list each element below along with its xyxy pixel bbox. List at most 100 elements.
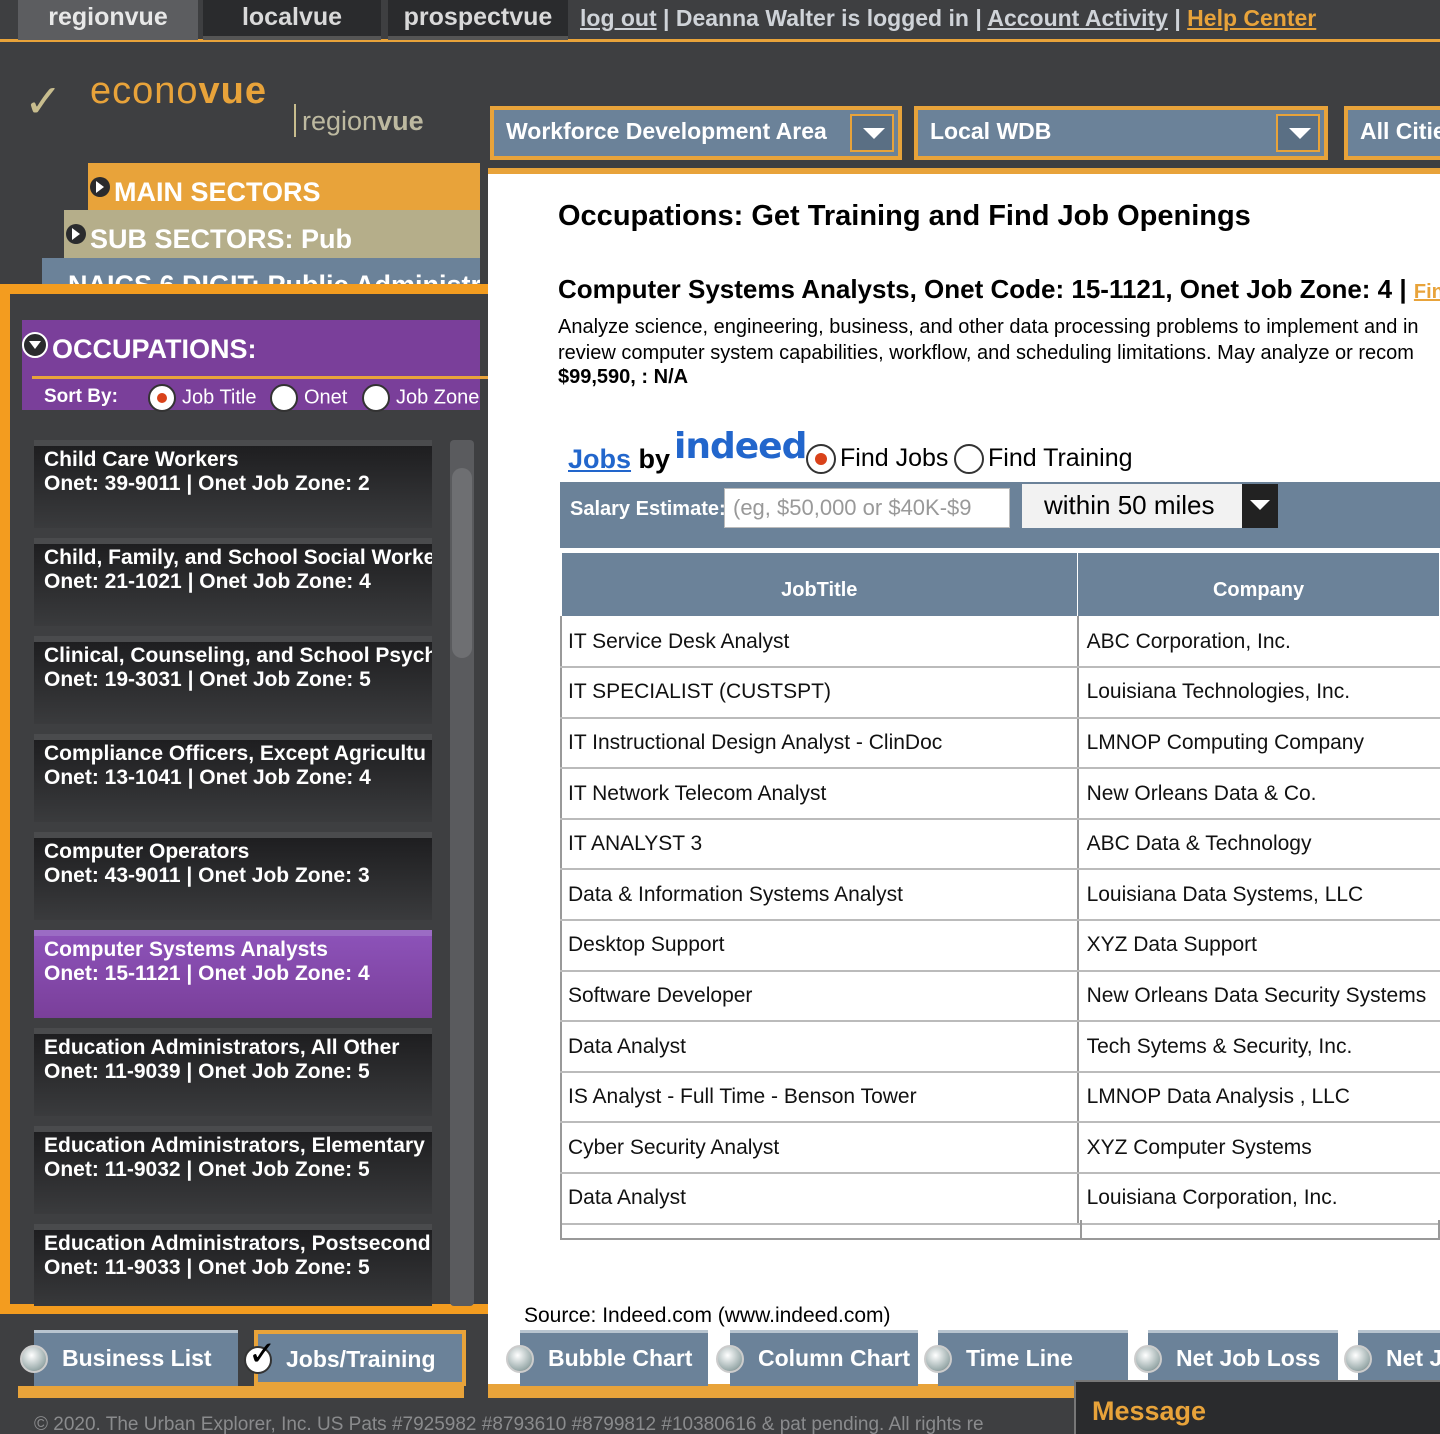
occupation-item[interactable]: Clinical, Counseling, and School Psych On… bbox=[34, 636, 432, 724]
logo: ✓ econovue regionvue bbox=[24, 70, 464, 140]
sort-job-zone-radio[interactable]: Job Zone bbox=[362, 384, 479, 412]
company-cell: New Orleans Data Security Systems bbox=[1076, 970, 1440, 1023]
occupation-item[interactable]: Child, Family, and School Social Worke On… bbox=[34, 538, 432, 626]
table-row[interactable]: IT Network Telecom Analyst New Orleans Da… bbox=[560, 768, 1440, 820]
job-title-cell[interactable]: IT Instructional Design Analyst - ClinDo… bbox=[560, 717, 1078, 770]
cities-value: All Citie bbox=[1360, 118, 1440, 144]
expand-arrow-icon bbox=[90, 177, 110, 197]
main-sectors-header[interactable]: MAIN SECTORS bbox=[88, 163, 480, 211]
sort-onet-radio[interactable]: Onet bbox=[270, 384, 347, 412]
account-activity-link[interactable]: Account Activity bbox=[987, 5, 1168, 31]
salary-input[interactable]: (eg, $50,000 or $40K-$9 bbox=[724, 488, 1010, 528]
occupation-description: Analyze science, engineering, business, … bbox=[558, 316, 1419, 364]
company-cell: Louisiana Data Systems, LLC bbox=[1076, 869, 1440, 922]
find-jobs-radio[interactable]: Find Jobs bbox=[806, 444, 948, 475]
chevron-down-icon[interactable] bbox=[850, 114, 894, 152]
column-chart-button[interactable]: Column Chart bbox=[716, 1330, 918, 1386]
table-row[interactable]: Data & Information Systems Analyst Louisi… bbox=[560, 869, 1440, 922]
column-header-company[interactable]: Company bbox=[1077, 552, 1440, 617]
main-content: Occupations: Get Training and Find Job O… bbox=[488, 168, 1440, 1398]
area-value: Local WDB bbox=[930, 118, 1052, 144]
econovue-logo-icon: ✓ bbox=[24, 74, 63, 128]
sub-sectors-label: SUB SECTORS: Pub bbox=[90, 224, 353, 254]
expand-arrow-icon bbox=[66, 224, 86, 244]
net-job-gain-button[interactable]: Net J bbox=[1344, 1330, 1440, 1386]
job-title-cell[interactable]: Data Analyst bbox=[560, 1173, 1078, 1225]
company-cell: Louisiana Corporation, Inc. bbox=[1076, 1173, 1440, 1225]
chevron-down-icon[interactable] bbox=[1276, 114, 1320, 152]
job-title-cell[interactable]: Cyber Security Analyst bbox=[560, 1122, 1078, 1175]
job-title-cell[interactable]: IT ANALYST 3 bbox=[560, 818, 1078, 871]
table-row[interactable]: IT ANALYST 3 ABC Data & Technology bbox=[560, 818, 1440, 871]
table-row[interactable]: IS Analyst - Full Time - Benson Tower LMN… bbox=[560, 1071, 1440, 1124]
company-cell: Tech Sytems & Security, Inc. bbox=[1076, 1021, 1440, 1073]
tab-localvue[interactable]: localvue bbox=[203, 0, 381, 40]
table-row[interactable]: Data Analyst Tech Sytems & Security, Inc. bbox=[560, 1021, 1440, 1073]
copyright: © 2020. The Urban Explorer, Inc. US Pats… bbox=[34, 1414, 984, 1434]
table-row[interactable]: Data Analyst Louisiana Corporation, Inc. bbox=[560, 1173, 1440, 1225]
occupation-item[interactable]: Education Administrators, All Other Onet:… bbox=[34, 1028, 432, 1116]
job-title-cell[interactable]: Desktop Support bbox=[560, 920, 1078, 972]
job-title-cell[interactable]: IT Service Desk Analyst bbox=[560, 616, 1078, 669]
table-footer bbox=[560, 1220, 1440, 1240]
occupation-item[interactable]: Compliance Officers, Except Agricultu One… bbox=[34, 734, 432, 822]
help-center-link[interactable]: Help Center bbox=[1187, 5, 1316, 31]
distance-value: within 50 miles bbox=[1044, 490, 1215, 520]
occupation-item[interactable]: Child Care Workers Onet: 39-9011 | Onet J… bbox=[34, 440, 432, 528]
occupation-item-selected[interactable]: Computer Systems Analysts Onet: 15-1121 |… bbox=[34, 930, 432, 1018]
table-row[interactable]: Cyber Security Analyst XYZ Computer Syste… bbox=[560, 1122, 1440, 1175]
occupation-item[interactable]: Education Administrators, Postsecond Onet… bbox=[34, 1224, 432, 1306]
radio-icon bbox=[1134, 1345, 1162, 1373]
occupation-item[interactable]: Computer Operators Onet: 43-9011 | Onet J… bbox=[34, 832, 432, 920]
radio-icon bbox=[20, 1345, 48, 1373]
radio-icon bbox=[954, 444, 984, 475]
table-row[interactable]: IT Instructional Design Analyst - ClinDo… bbox=[560, 717, 1440, 770]
jobs-link[interactable]: Jobs bbox=[568, 444, 631, 474]
logo-product: regionvue bbox=[294, 104, 424, 137]
occupation-scrollbar[interactable] bbox=[450, 440, 474, 1306]
business-list-button[interactable]: Business List bbox=[20, 1330, 238, 1386]
sub-sectors-header[interactable]: SUB SECTORS: Pub bbox=[64, 210, 480, 260]
sort-by-label: Sort By: bbox=[44, 386, 118, 407]
tab-regionvue[interactable]: regionvue bbox=[18, 0, 198, 40]
occupation-salary: $99,590, : N/A bbox=[558, 366, 689, 388]
job-title-cell[interactable]: IT SPECIALIST (CUSTSPT) bbox=[560, 667, 1078, 719]
message-label: Message bbox=[1092, 1396, 1207, 1426]
distance-select[interactable]: within 50 miles bbox=[1022, 484, 1278, 528]
table-row[interactable]: IT SPECIALIST (CUSTSPT) Louisiana Technol… bbox=[560, 667, 1440, 719]
table-row[interactable]: Desktop Support XYZ Data Support bbox=[560, 920, 1440, 972]
company-cell: XYZ Data Support bbox=[1076, 920, 1440, 972]
area-type-dropdown[interactable]: Workforce Development Area bbox=[490, 106, 902, 160]
area-dropdown[interactable]: Local WDB bbox=[914, 106, 1328, 160]
tab-prospectvue[interactable]: prospectvue bbox=[388, 0, 568, 40]
table-row[interactable]: Software Developer New Orleans Data Secur… bbox=[560, 970, 1440, 1023]
indeed-logo[interactable]: indeed bbox=[674, 426, 807, 467]
table-row[interactable]: IT Service Desk Analyst ABC Corporation, … bbox=[560, 616, 1440, 669]
company-cell: LMNOP Data Analysis , LLC bbox=[1076, 1071, 1440, 1124]
occupations-header: OCCUPATIONS: Sort By: Job Title Onet Job… bbox=[22, 320, 492, 412]
job-title-cell[interactable]: Data & Information Systems Analyst bbox=[560, 869, 1078, 922]
user-links: log out | Deanna Walter is logged in | A… bbox=[580, 5, 1317, 31]
jobs-training-button[interactable]: ✓ Jobs/Training bbox=[244, 1330, 466, 1386]
job-title-cell[interactable]: IT Network Telecom Analyst bbox=[560, 768, 1078, 820]
bubble-chart-button[interactable]: Bubble Chart bbox=[506, 1330, 708, 1386]
column-header-jobtitle[interactable]: JobTitle bbox=[560, 552, 1079, 617]
logout-link[interactable]: log out bbox=[580, 5, 657, 31]
radio-selected-icon bbox=[806, 444, 836, 475]
net-job-loss-button[interactable]: Net Job Loss bbox=[1134, 1330, 1338, 1386]
scrollbar-thumb[interactable] bbox=[452, 468, 472, 658]
find-training-radio[interactable]: Find Training bbox=[954, 444, 1133, 475]
radio-icon bbox=[1344, 1345, 1372, 1373]
find-link[interactable]: Find o bbox=[1414, 281, 1440, 303]
sort-job-title-radio[interactable]: Job Title bbox=[148, 384, 256, 412]
job-title-cell[interactable]: Software Developer bbox=[560, 970, 1078, 1023]
message-panel[interactable]: Message bbox=[1074, 1380, 1440, 1434]
job-title-cell[interactable]: Data Analyst bbox=[560, 1021, 1078, 1073]
collapse-arrow-icon[interactable] bbox=[22, 332, 48, 358]
time-line-button[interactable]: Time Line bbox=[924, 1330, 1128, 1386]
cities-dropdown[interactable]: All Citie bbox=[1344, 106, 1440, 160]
job-title-cell[interactable]: IS Analyst - Full Time - Benson Tower bbox=[560, 1071, 1078, 1124]
salary-label: Salary Estimate: bbox=[570, 498, 726, 520]
occupation-item[interactable]: Education Administrators, Elementary Onet… bbox=[34, 1126, 432, 1214]
chevron-down-icon[interactable] bbox=[1242, 484, 1278, 528]
